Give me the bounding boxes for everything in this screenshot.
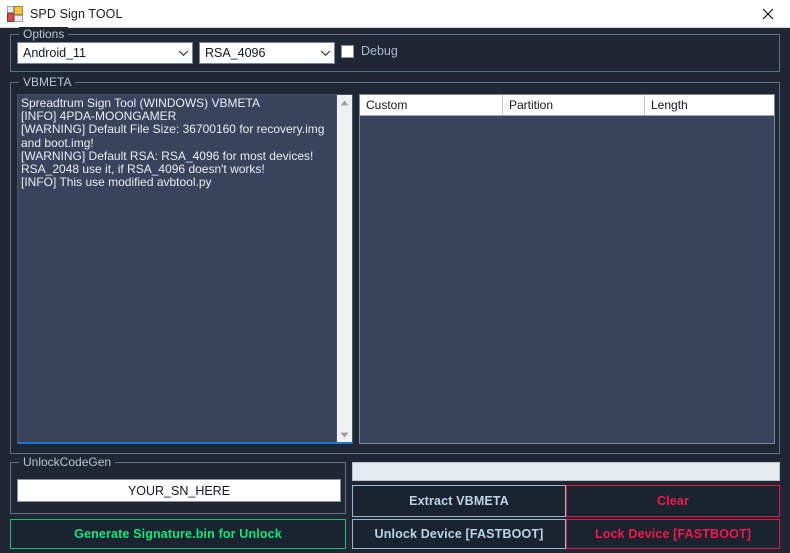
debug-checkbox-label: Debug [361,44,398,58]
android-version-select[interactable]: Android_11 [17,42,193,64]
unlock-device-button[interactable]: Unlock Device [FASTBOOT] [352,519,566,549]
unlock-code-gen-group: UnlockCodeGen YOUR_SN_HERE [10,455,346,514]
scroll-up-arrow-icon[interactable] [337,95,352,110]
close-button[interactable] [745,0,790,28]
column-header-partition[interactable]: Partition [503,95,645,115]
partition-table[interactable]: Custom Partition Length [359,94,775,444]
column-header-length[interactable]: Length [645,95,774,115]
title-bar: SPD Sign TOOL [0,0,790,28]
partition-table-header: Custom Partition Length [360,95,774,116]
vbmeta-group-label: VBMETA [19,75,76,89]
app-window-icon [7,5,23,22]
log-scrollbar[interactable] [336,95,352,442]
vbmeta-group: VBMETA Spreadtrum Sign Tool (WINDOWS) VB… [10,75,780,454]
options-group-label: Options [19,27,69,41]
scroll-down-arrow-icon[interactable] [337,427,352,442]
serial-number-value: YOUR_SN_HERE [127,483,231,498]
progress-bar [352,462,780,481]
chevron-down-icon [317,49,334,57]
clear-button[interactable]: Clear [566,485,780,517]
spd-sign-tool-window: SPD Sign TOOL Options Android_11 RSA_409… [0,0,790,553]
close-icon [762,8,774,20]
column-header-custom[interactable]: Custom [360,95,503,115]
debug-checkbox-box [341,44,354,58]
chevron-down-icon [175,49,192,57]
rsa-key-value: RSA_4096 [205,46,266,60]
partition-table-body [360,116,774,443]
debug-checkbox[interactable]: Debug [341,44,398,58]
unlock-code-gen-group-label: UnlockCodeGen [19,455,116,469]
log-textarea[interactable]: Spreadtrum Sign Tool (WINDOWS) VBMETA [I… [17,94,353,444]
window-controls [745,0,790,28]
extract-vbmeta-button[interactable]: Extract VBMETA [352,485,566,517]
log-textarea-content: Spreadtrum Sign Tool (WINDOWS) VBMETA [I… [21,96,325,190]
serial-number-input[interactable]: YOUR_SN_HERE [17,479,341,502]
generate-signature-button[interactable]: Generate Signature.bin for Unlock [10,519,346,549]
window-title: SPD Sign TOOL [30,6,123,21]
options-group: Options Android_11 RSA_4096 Debug [10,27,780,72]
lock-device-button[interactable]: Lock Device [FASTBOOT] [566,519,780,549]
android-version-value: Android_11 [23,46,87,60]
rsa-key-select[interactable]: RSA_4096 [199,42,335,64]
